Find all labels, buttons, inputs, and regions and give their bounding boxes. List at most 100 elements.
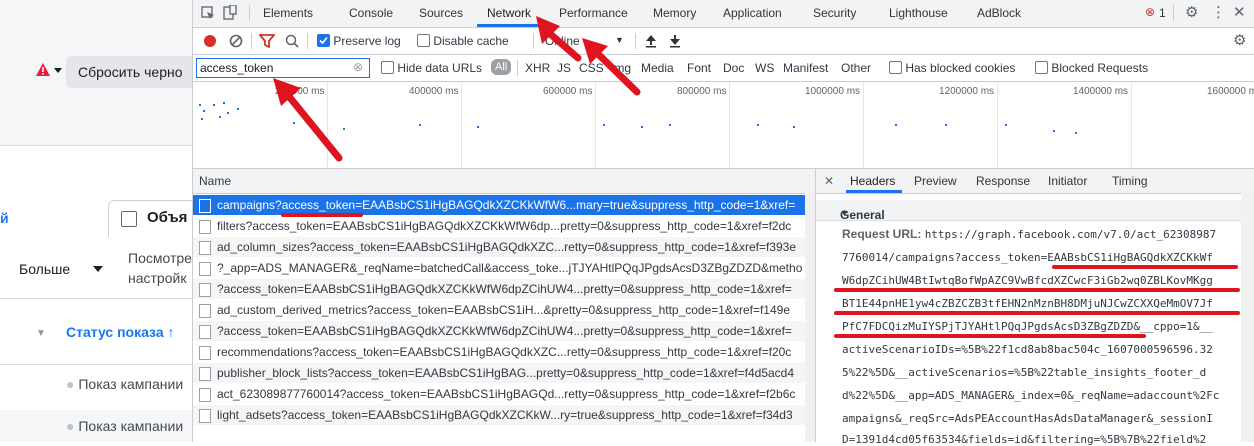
- request-url-line: activeScenarioIDs=%5B%22f1cd8ab8bac504c_…: [842, 343, 1213, 356]
- clear-icon[interactable]: [229, 34, 243, 48]
- filter-type-xhr[interactable]: XHR: [525, 61, 550, 75]
- request-url-label: Request URL:: [842, 227, 922, 241]
- request-row[interactable]: act_623089877760014?access_token=EAABsbC…: [193, 384, 805, 404]
- name-column-label: Name: [199, 174, 232, 188]
- filter-type-other[interactable]: Other: [841, 61, 871, 75]
- annotation-underline: [281, 213, 363, 217]
- network-settings-icon[interactable]: ⚙: [1233, 31, 1246, 49]
- hide-data-urls-label: Hide data URLs: [397, 61, 483, 75]
- filter-type-font[interactable]: Font: [687, 61, 711, 75]
- inspect-element-icon[interactable]: [201, 6, 215, 20]
- more-button[interactable]: Больше: [5, 252, 113, 286]
- status-column-header[interactable]: Статус показа ↑: [66, 324, 175, 340]
- request-name: ad_custom_derived_metrics?access_token=E…: [217, 303, 790, 317]
- tab-network[interactable]: Network: [487, 6, 531, 20]
- selected-tab-indicator: [477, 24, 545, 27]
- settings-gear-icon[interactable]: ⚙: [1185, 3, 1198, 21]
- tab-elements[interactable]: Elements: [263, 6, 313, 20]
- request-row[interactable]: recommendations?access_token=EAABsbCS1iH…: [193, 342, 805, 362]
- has-blocked-cookies-checkbox[interactable]: Has blocked cookies: [889, 61, 1015, 75]
- timeline-tick: 1200000 ms: [939, 86, 995, 97]
- export-har-icon[interactable]: [669, 34, 681, 48]
- checkbox-icon: [381, 61, 394, 74]
- request-row[interactable]: ?access_token=EAABsbCS1iHgBAGQdkXZCKkWfW…: [193, 321, 805, 341]
- filter-type-js[interactable]: JS: [557, 61, 571, 75]
- divider: [533, 33, 534, 49]
- tab-preview[interactable]: Preview: [914, 174, 957, 188]
- blocked-requests-checkbox[interactable]: Blocked Requests: [1035, 61, 1148, 75]
- filter-type-manifest[interactable]: Manifest: [783, 61, 828, 75]
- warning-icon[interactable]: [36, 62, 62, 81]
- tab-ads[interactable]: Объя: [108, 200, 200, 237]
- devtools-tab-bar: Elements Console Sources Network Perform…: [193, 0, 1254, 28]
- view-settings-text-2[interactable]: настройк: [128, 270, 186, 286]
- tab-initiator[interactable]: Initiator: [1048, 174, 1087, 188]
- request-row[interactable]: light_adsets?access_token=EAABsbCS1iHgBA…: [193, 405, 805, 425]
- network-overview-timeline[interactable]: 200000 ms 400000 ms 600000 ms 800000 ms …: [193, 82, 1254, 169]
- throttle-select[interactable]: Online: [545, 34, 580, 48]
- document-icon: [199, 409, 211, 423]
- disable-cache-checkbox[interactable]: Disable cache: [417, 34, 509, 48]
- request-row[interactable]: filters?access_token=EAABsbCS1iHgBAGQdkX…: [193, 216, 805, 236]
- error-count[interactable]: 1: [1159, 6, 1166, 20]
- document-icon: [199, 346, 211, 360]
- filter-type-doc[interactable]: Doc: [723, 61, 744, 75]
- tab-headers[interactable]: Headers: [850, 174, 895, 188]
- import-har-icon[interactable]: [645, 34, 657, 48]
- tab-sources[interactable]: Sources: [419, 6, 463, 20]
- device-toolbar-icon[interactable]: [223, 5, 239, 21]
- request-row[interactable]: ?access_token=EAABsbCS1iHgBAGQdkXZCKkWfW…: [193, 279, 805, 299]
- request-row[interactable]: campaigns?access_token=EAABsbCS1iHgBAGQd…: [193, 195, 805, 215]
- section-title: General: [840, 208, 885, 222]
- tab-timing[interactable]: Timing: [1112, 174, 1148, 188]
- tab-console[interactable]: Console: [349, 6, 393, 20]
- tab-campaigns-partial[interactable]: й: [0, 210, 9, 226]
- tab-performance[interactable]: Performance: [559, 6, 628, 20]
- annotation-underline: [1052, 265, 1238, 269]
- tab-response[interactable]: Response: [976, 174, 1030, 188]
- disable-cache-label: Disable cache: [433, 34, 509, 48]
- tab-lighthouse[interactable]: Lighthouse: [889, 6, 948, 20]
- more-menu-icon[interactable]: ⋮: [1211, 3, 1226, 21]
- request-row[interactable]: publisher_block_lists?access_token=EAABs…: [193, 363, 805, 383]
- annotation-underline: [834, 334, 1146, 338]
- filter-input[interactable]: access_token ⊗: [196, 58, 370, 78]
- preserve-log-checkbox[interactable]: Preserve log: [317, 34, 401, 48]
- view-settings-text[interactable]: Посмотре: [128, 250, 192, 266]
- document-icon: [199, 262, 211, 276]
- filter-type-css[interactable]: CSS: [579, 61, 604, 75]
- details-scrollbar[interactable]: [1241, 193, 1254, 442]
- network-toolbar: Preserve log Disable cache Online ▼ ⚙: [193, 28, 1254, 55]
- tab-application[interactable]: Application: [723, 6, 782, 20]
- record-icon[interactable]: [203, 34, 217, 48]
- grid-line: [327, 82, 328, 168]
- request-url-line: PfC7FDCQizMuIYSPjTJYAHtlPQqJPgdsAcsD3ZBg…: [842, 320, 1213, 333]
- chevron-down-icon[interactable]: ▼: [615, 35, 624, 45]
- close-devtools-icon[interactable]: ✕: [1233, 3, 1246, 21]
- requests-scrollbar[interactable]: [805, 193, 815, 442]
- sort-up-icon: ↑: [167, 324, 175, 340]
- request-row[interactable]: ad_column_sizes?access_token=EAABsbCS1iH…: [193, 237, 805, 257]
- tab-adblock[interactable]: AdBlock: [977, 6, 1021, 20]
- filter-type-img[interactable]: Img: [611, 61, 631, 75]
- close-details-icon[interactable]: ✕: [824, 174, 834, 188]
- error-icon[interactable]: ⊗: [1145, 5, 1155, 19]
- document-icon: [199, 241, 211, 255]
- request-row[interactable]: ?_app=ADS_MANAGER&_reqName=batchedCall&a…: [193, 258, 805, 278]
- tab-security[interactable]: Security: [813, 6, 856, 20]
- status-dot-icon: ●: [66, 418, 75, 434]
- filter-type-ws[interactable]: WS: [755, 61, 774, 75]
- request-row[interactable]: ad_custom_derived_metrics?access_token=E…: [193, 300, 805, 320]
- filter-type-all[interactable]: All: [491, 59, 512, 75]
- selected-tab-indicator: [846, 190, 902, 193]
- tab-memory[interactable]: Memory: [653, 6, 696, 20]
- clear-filter-icon[interactable]: ⊗: [353, 60, 363, 74]
- reset-button[interactable]: Сбросить черно: [66, 56, 206, 88]
- filter-type-media[interactable]: Media: [641, 61, 674, 75]
- name-column-header[interactable]: Name: [193, 169, 815, 194]
- sort-arrow-icon[interactable]: ▼: [36, 328, 46, 339]
- filter-icon[interactable]: [259, 34, 275, 48]
- general-section-header[interactable]: ▼ General: [816, 200, 1241, 222]
- search-icon[interactable]: [285, 34, 299, 48]
- hide-data-urls-checkbox[interactable]: Hide data URLs: [381, 61, 482, 75]
